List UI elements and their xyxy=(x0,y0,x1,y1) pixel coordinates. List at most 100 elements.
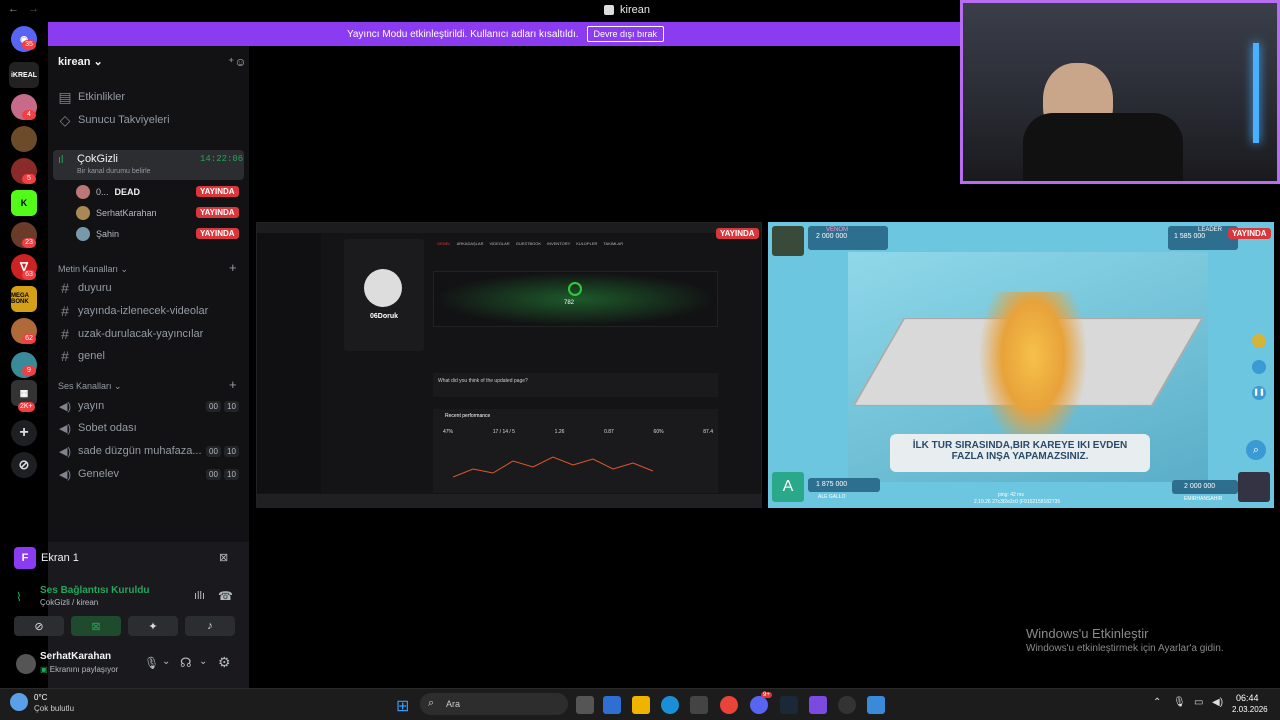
user-status-text: Ekranını paylaşıyor xyxy=(49,665,119,674)
channel-name: duyuru xyxy=(78,282,112,294)
voice-channel-active[interactable]: ıl ÇokGizli 14:22:06 Bir kanal durumu be… xyxy=(53,150,244,180)
clock-time[interactable]: 06:44 xyxy=(1236,693,1259,703)
chrome-icon[interactable] xyxy=(720,696,738,714)
voice-channel[interactable]: ◀) yayın 00 10 xyxy=(56,396,241,416)
steam-icon[interactable] xyxy=(780,696,798,714)
text-channel[interactable]: # genel xyxy=(56,346,241,366)
server-logo-icon xyxy=(604,5,614,15)
speaker-icon: ◀) xyxy=(58,445,72,458)
survey-card: What did you think of the updated page? xyxy=(433,373,718,397)
nav-boosts[interactable]: ◇ Sunucu Takviyeleri xyxy=(56,110,241,130)
server-badge: 9 xyxy=(22,366,36,376)
back-arrow-icon[interactable]: ← xyxy=(8,3,19,15)
volume-icon[interactable]: ◀) xyxy=(1212,697,1223,708)
clock-date[interactable]: 2.03.2026 xyxy=(1232,705,1268,714)
stop-stream-icon[interactable]: ⊠ xyxy=(219,551,228,564)
performance-title: Recent performance xyxy=(445,413,491,419)
headphones-icon[interactable]: ☊ xyxy=(180,655,192,671)
server-name-dropdown[interactable]: kirean ⌄ xyxy=(58,55,103,68)
activation-watermark-title: Windows'u Etkinleştir xyxy=(1026,626,1149,641)
live-badge: YAYINDA xyxy=(1228,228,1271,239)
settings-gear-icon[interactable]: ⚙ xyxy=(218,654,231,671)
player-money: 1 875 000 xyxy=(808,478,880,492)
tray-chevron-icon[interactable]: ⌃ xyxy=(1153,697,1161,708)
boost-icon: ◇ xyxy=(59,111,71,128)
site-tab[interactable]: GUESTBOOK xyxy=(516,241,541,246)
screen-avatar: F xyxy=(14,547,36,569)
file-explorer-icon[interactable] xyxy=(632,696,650,714)
voice-channel[interactable]: ◀) Genelev 00 10 xyxy=(56,464,241,484)
noise-suppression-icon[interactable]: ıllı xyxy=(194,590,205,602)
taskbar-search[interactable]: ⌕ Ara xyxy=(420,693,568,715)
voice-user-row[interactable]: 0... DEAD YAYINDA xyxy=(76,182,241,202)
tip-line-1: İLK TUR SIRASINDA,BIR KAREYE IKI EVDEN xyxy=(912,440,1128,451)
sound-button[interactable] xyxy=(1252,360,1266,374)
microphone-icon[interactable]: 🎙 xyxy=(1173,697,1186,708)
level-ring xyxy=(568,282,582,296)
add-channel-icon[interactable]: + xyxy=(229,377,237,392)
nav-events[interactable]: ▤ Etkinlikler xyxy=(56,87,241,107)
text-category-header[interactable]: Metin Kanalları ⌄ xyxy=(58,264,128,275)
site-tab[interactable]: TAKIMLAR xyxy=(603,241,623,246)
disconnect-icon[interactable]: ☎ xyxy=(218,589,233,603)
voice-channel[interactable]: ◀) Sobet odası xyxy=(56,418,241,438)
discord-icon[interactable] xyxy=(750,696,768,714)
voice-user-row[interactable]: SerhatKarahan YAYINDA xyxy=(76,203,241,223)
disable-streamer-mode-button[interactable]: Devre dışı bırak xyxy=(586,26,665,42)
add-server-icon[interactable]: + xyxy=(11,420,37,446)
user-name[interactable]: SerhatKarahan xyxy=(40,651,111,662)
add-channel-icon[interactable]: + xyxy=(229,260,237,275)
avatar[interactable] xyxy=(16,654,36,674)
forward-arrow-icon[interactable]: → xyxy=(28,3,39,15)
server-megabonk-icon[interactable]: MEGA BONK xyxy=(11,286,37,312)
live-badge: YAYINDA xyxy=(196,186,239,197)
server-ikreal-icon[interactable]: iKREAL xyxy=(9,62,39,88)
chevron-down-icon[interactable]: ⌄ xyxy=(199,656,207,667)
microphone-icon[interactable]: 🎙 xyxy=(144,656,159,670)
app-icon[interactable] xyxy=(867,696,885,714)
site-tab[interactable]: GENEL xyxy=(437,241,451,246)
site-tab[interactable]: ARKADAŞLAR xyxy=(457,241,484,246)
site-tab[interactable]: VIDEOLAR xyxy=(489,241,509,246)
text-channel[interactable]: # yayında-izlenecek-videolar xyxy=(56,301,241,321)
screen-share-button[interactable]: ⊠ xyxy=(71,616,121,636)
site-tab[interactable]: INVENTORY xyxy=(547,241,570,246)
pause-icon[interactable]: ❚❚ xyxy=(1252,386,1266,400)
task-view-icon[interactable] xyxy=(576,696,594,714)
voice-channel[interactable]: ◀) sade düzgün muhafaza... 00 10 xyxy=(56,441,241,461)
dice-button[interactable] xyxy=(1252,334,1266,348)
server-kick-icon[interactable]: K xyxy=(11,190,37,216)
stream-tile-website[interactable]: 06Doruk GENEL ARKADAŞLAR VIDEOLAR GUESTB… xyxy=(256,222,762,508)
hash-icon: # xyxy=(61,280,69,296)
widgets-icon[interactable] xyxy=(603,696,621,714)
player-label: VENOM xyxy=(826,227,849,233)
soundboard-button[interactable]: ♪ xyxy=(185,616,235,636)
text-channel[interactable]: # uzak-durulacak-yayıncılar xyxy=(56,324,241,344)
server-badge: 2K+ xyxy=(18,402,35,412)
stream-tile-game[interactable]: İLK TUR SIRASINDA,BIR KAREYE IKI EVDEN F… xyxy=(768,222,1274,508)
voice-category-header[interactable]: Ses Kanalları ⌄ xyxy=(58,381,122,392)
site-tab[interactable]: KULÜPLER xyxy=(576,241,597,246)
speaker-icon: ıl xyxy=(58,154,64,166)
activities-button[interactable]: ✦ xyxy=(128,616,178,636)
camera-off-button[interactable]: ⊘ xyxy=(14,616,64,636)
app-icon[interactable] xyxy=(809,696,827,714)
invite-people-icon[interactable]: ⁺☺ xyxy=(228,55,247,69)
weather-icon[interactable] xyxy=(10,693,28,711)
streamer-shirt xyxy=(1023,113,1183,181)
start-button[interactable]: ⊞ xyxy=(396,696,409,716)
ping-readout: ping: 42 ms xyxy=(998,492,1024,498)
connection-status[interactable]: Ses Bağlantısı Kuruldu xyxy=(40,585,149,596)
app-icon[interactable] xyxy=(838,696,856,714)
voice-user-row[interactable]: Şahin YAYINDA xyxy=(76,224,241,244)
channel-status-hint[interactable]: Bir kanal durumu belirle xyxy=(77,168,151,175)
zoom-icon[interactable]: ⌕ xyxy=(1246,440,1266,460)
server-icon[interactable] xyxy=(11,126,37,152)
text-channel[interactable]: # duyuru xyxy=(56,278,241,298)
store-icon[interactable] xyxy=(690,696,708,714)
discover-icon[interactable]: ⊘ xyxy=(11,452,37,478)
chevron-down-icon[interactable]: ⌄ xyxy=(162,656,170,667)
edge-icon[interactable] xyxy=(661,696,679,714)
weather-temp[interactable]: 0°C xyxy=(34,693,47,702)
network-icon[interactable]: ▭ xyxy=(1194,697,1203,708)
